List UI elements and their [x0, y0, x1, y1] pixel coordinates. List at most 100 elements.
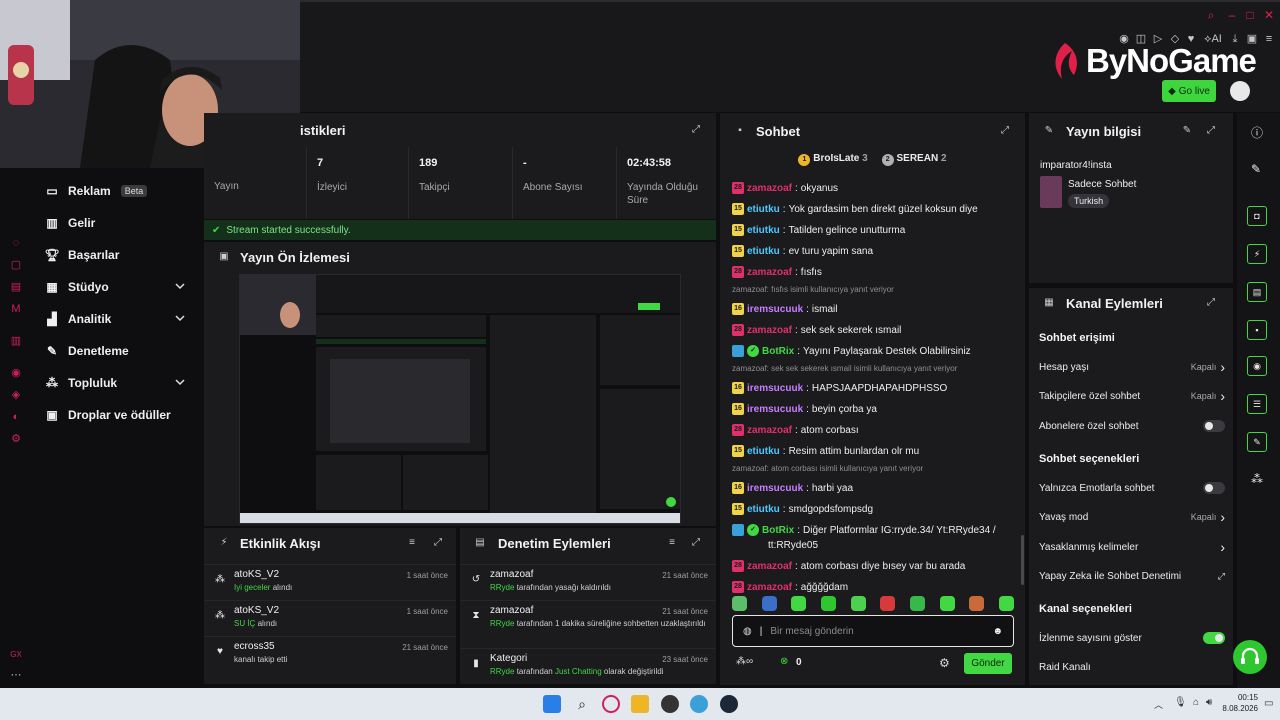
emote-icon[interactable] — [820, 595, 836, 611]
popout-icon[interactable]: ⤢ — [1205, 297, 1217, 309]
filter-icon[interactable]: ≡ — [406, 537, 418, 549]
popout-icon[interactable]: ⤢ — [432, 537, 444, 549]
chat-message[interactable]: 28 zamazoaf: atom corbası diye bısey var b… — [732, 559, 1012, 574]
rail-message-icon[interactable]: ▤ — [9, 280, 23, 294]
steam-icon[interactable] — [720, 695, 738, 713]
wrench-widget-icon[interactable]: ✎ — [1247, 432, 1267, 452]
chat-username[interactable]: etiutku — [747, 202, 780, 217]
system-clock[interactable]: 00:15 8.08.2026 — [1218, 692, 1258, 714]
sidebar-item-denetleme[interactable]: ✎ Denetleme — [46, 340, 191, 362]
rail-chat-icon[interactable]: ◐ — [9, 410, 23, 424]
channel-option-row[interactable]: Yavaş mod Kapalı › — [1039, 508, 1225, 526]
popout-icon[interactable]: ⤢ — [690, 124, 702, 136]
channel-option-row[interactable]: Takipçilere özel sohbet Kapalı › — [1039, 387, 1225, 405]
send-button[interactable]: Gönder — [964, 653, 1012, 674]
emote-icon[interactable] — [939, 595, 955, 611]
chat-username[interactable]: iremsucuuk — [747, 381, 803, 396]
chat-username[interactable]: zamazoaf — [747, 559, 792, 574]
notification-icon[interactable]: ▭ — [1264, 698, 1273, 709]
chat-message[interactable]: ✓ BotRix: Yayını Paylaşarak Destek Olabili… — [732, 344, 1012, 359]
rail-bag-icon[interactable]: ▢ — [9, 258, 23, 272]
popout-icon[interactable]: ⤢ — [999, 125, 1011, 137]
sidebar-item-studyo[interactable]: ▦ Stüdyo — [46, 276, 191, 298]
chat-input[interactable]: ◍ | Bir mesaj gönderin ☻ — [732, 615, 1014, 647]
rail-more-icon[interactable]: ⋯ — [9, 668, 23, 682]
chat-message[interactable]: 28 zamazoaf: okyanus — [732, 181, 1012, 196]
chat-username[interactable]: etiutku — [747, 223, 780, 238]
chat-username[interactable]: BotRix — [762, 523, 794, 538]
chat-username[interactable]: iremsucuuk — [747, 481, 803, 496]
channel-option-row[interactable]: İzlenme sayısını göster — [1039, 629, 1225, 647]
chat-message[interactable]: 16 iremsucuuk: harbi yaa — [732, 481, 1012, 496]
chat-username[interactable]: zamazoaf — [747, 580, 792, 595]
list-widget-icon[interactable]: ☰ — [1247, 394, 1267, 414]
sidebar-item-reklam[interactable]: ▭ Reklam Beta — [46, 180, 191, 202]
channel-option-row[interactable]: Yapay Zeka ile Sohbet Denetimi ⤢ — [1039, 567, 1225, 585]
chat-username[interactable]: etiutku — [747, 444, 780, 459]
folder-icon[interactable] — [631, 695, 649, 713]
chat-widget-icon[interactable]: ▪ — [1247, 320, 1267, 340]
mic-icon[interactable]: 🎙︎ — [1174, 697, 1187, 708]
doc-widget-icon[interactable]: ▤ — [1247, 282, 1267, 302]
toggle-switch[interactable] — [1203, 482, 1225, 494]
chat-username[interactable]: iremsucuuk — [747, 402, 803, 417]
sidebar-item-droplar[interactable]: ▣ Droplar ve ödüller — [46, 404, 206, 426]
emote-icon[interactable] — [969, 595, 985, 611]
toggle-switch[interactable] — [1203, 420, 1225, 432]
network-icon[interactable]: ⌂ — [1193, 697, 1199, 708]
start-icon[interactable] — [543, 695, 561, 713]
sidebar-item-basarilar[interactable]: 🏆︎ Başarılar — [44, 244, 191, 266]
minimize-icon[interactable]: – — [1225, 8, 1239, 22]
community-widget-icon[interactable]: ⁂ — [1251, 472, 1263, 486]
chat-username[interactable]: BotRix — [762, 344, 794, 359]
stream-preview-video[interactable] — [239, 274, 681, 524]
chat-scrollbar[interactable] — [1021, 535, 1024, 585]
emote-icon[interactable] — [850, 595, 866, 611]
chat-message[interactable]: 28 zamazoaf: atom corbası — [732, 423, 1012, 438]
support-button[interactable] — [1233, 640, 1267, 674]
emote-icon[interactable] — [909, 595, 925, 611]
chat-username[interactable]: iremsucuuk — [747, 302, 803, 317]
tray-chevron-icon[interactable]: ︿ — [1154, 698, 1163, 711]
rail-circle-icon[interactable]: ◌ — [9, 236, 23, 250]
filter-icon[interactable]: ≡ — [666, 537, 678, 549]
emote-icon[interactable] — [761, 595, 777, 611]
rail-m-icon[interactable]: M — [9, 302, 23, 316]
chat-message[interactable]: 28 zamazoaf: fısfıs — [732, 265, 1012, 280]
rail-twitch-icon[interactable]: ▥ — [9, 334, 23, 348]
chat-message[interactable]: 15 etiutku: smdgopdsfompsdg — [732, 502, 1012, 517]
chat-username[interactable]: zamazoaf — [747, 265, 792, 280]
toggle-switch[interactable] — [1203, 632, 1225, 644]
chat-message[interactable]: 16 iremsucuuk: HAPSJAAPDHAPAHDPHSSO — [732, 381, 1012, 396]
chat-message[interactable]: 15 etiutku: Yok gardasim ben direkt güzel … — [732, 202, 1012, 217]
chat-message[interactable]: ✓ BotRix: Diğer Platformlar IG:rryde.34/ Y… — [732, 523, 1012, 553]
chat-message[interactable]: 28 zamazoaf: ağğğğdam — [732, 580, 1012, 595]
go-live-button[interactable]: ◆ Go live — [1162, 80, 1216, 102]
sidebar-item-topluluk[interactable]: ⁂ Topluluk — [46, 372, 191, 394]
rail-settings-icon[interactable]: ⚙ — [9, 432, 23, 446]
obs-icon[interactable] — [661, 695, 679, 713]
chat-message[interactable]: 16 iremsucuuk: beyin çorba ya — [732, 402, 1012, 417]
chat-message[interactable]: 15 etiutku: ev turu yapim sana — [732, 244, 1012, 259]
bolt-widget-icon[interactable]: ⚡︎ — [1247, 244, 1267, 264]
community-icon[interactable]: ⁂∞ — [736, 656, 753, 667]
popout-icon[interactable]: ⤢ — [690, 537, 702, 549]
rail-cube-icon[interactable]: ◈ — [9, 388, 23, 402]
menu-icon[interactable]: ≡ — [1262, 32, 1276, 46]
opera-gx-icon[interactable] — [602, 695, 620, 713]
info-icon[interactable]: ⓘ — [1251, 124, 1263, 141]
broadcast-widget-icon[interactable]: ◉ — [1247, 356, 1267, 376]
volume-icon[interactable]: 🔊︎ — [1206, 697, 1212, 708]
close-icon[interactable]: ✕ — [1262, 8, 1276, 22]
popout-icon[interactable]: ⤢ — [1205, 125, 1217, 137]
maximize-icon[interactable]: □ — [1243, 8, 1257, 22]
emote-icon[interactable] — [791, 595, 807, 611]
channel-option-row[interactable]: Yalnızca Emotlarla sohbet — [1039, 479, 1225, 497]
pencil-icon[interactable]: ✎ — [1251, 162, 1261, 176]
chat-username[interactable]: zamazoaf — [747, 423, 792, 438]
chat-message[interactable]: 28 zamazoaf: sek sek sekerek ısmail — [732, 323, 1012, 338]
profile-avatar[interactable] — [1230, 81, 1250, 101]
chat-message[interactable]: 16 iremsucuuk: ismail — [732, 302, 1012, 317]
chat-message[interactable]: 15 etiutku: Resim attim bunlardan olr mu — [732, 444, 1012, 459]
camera-widget-icon[interactable]: ◘ — [1247, 206, 1267, 226]
